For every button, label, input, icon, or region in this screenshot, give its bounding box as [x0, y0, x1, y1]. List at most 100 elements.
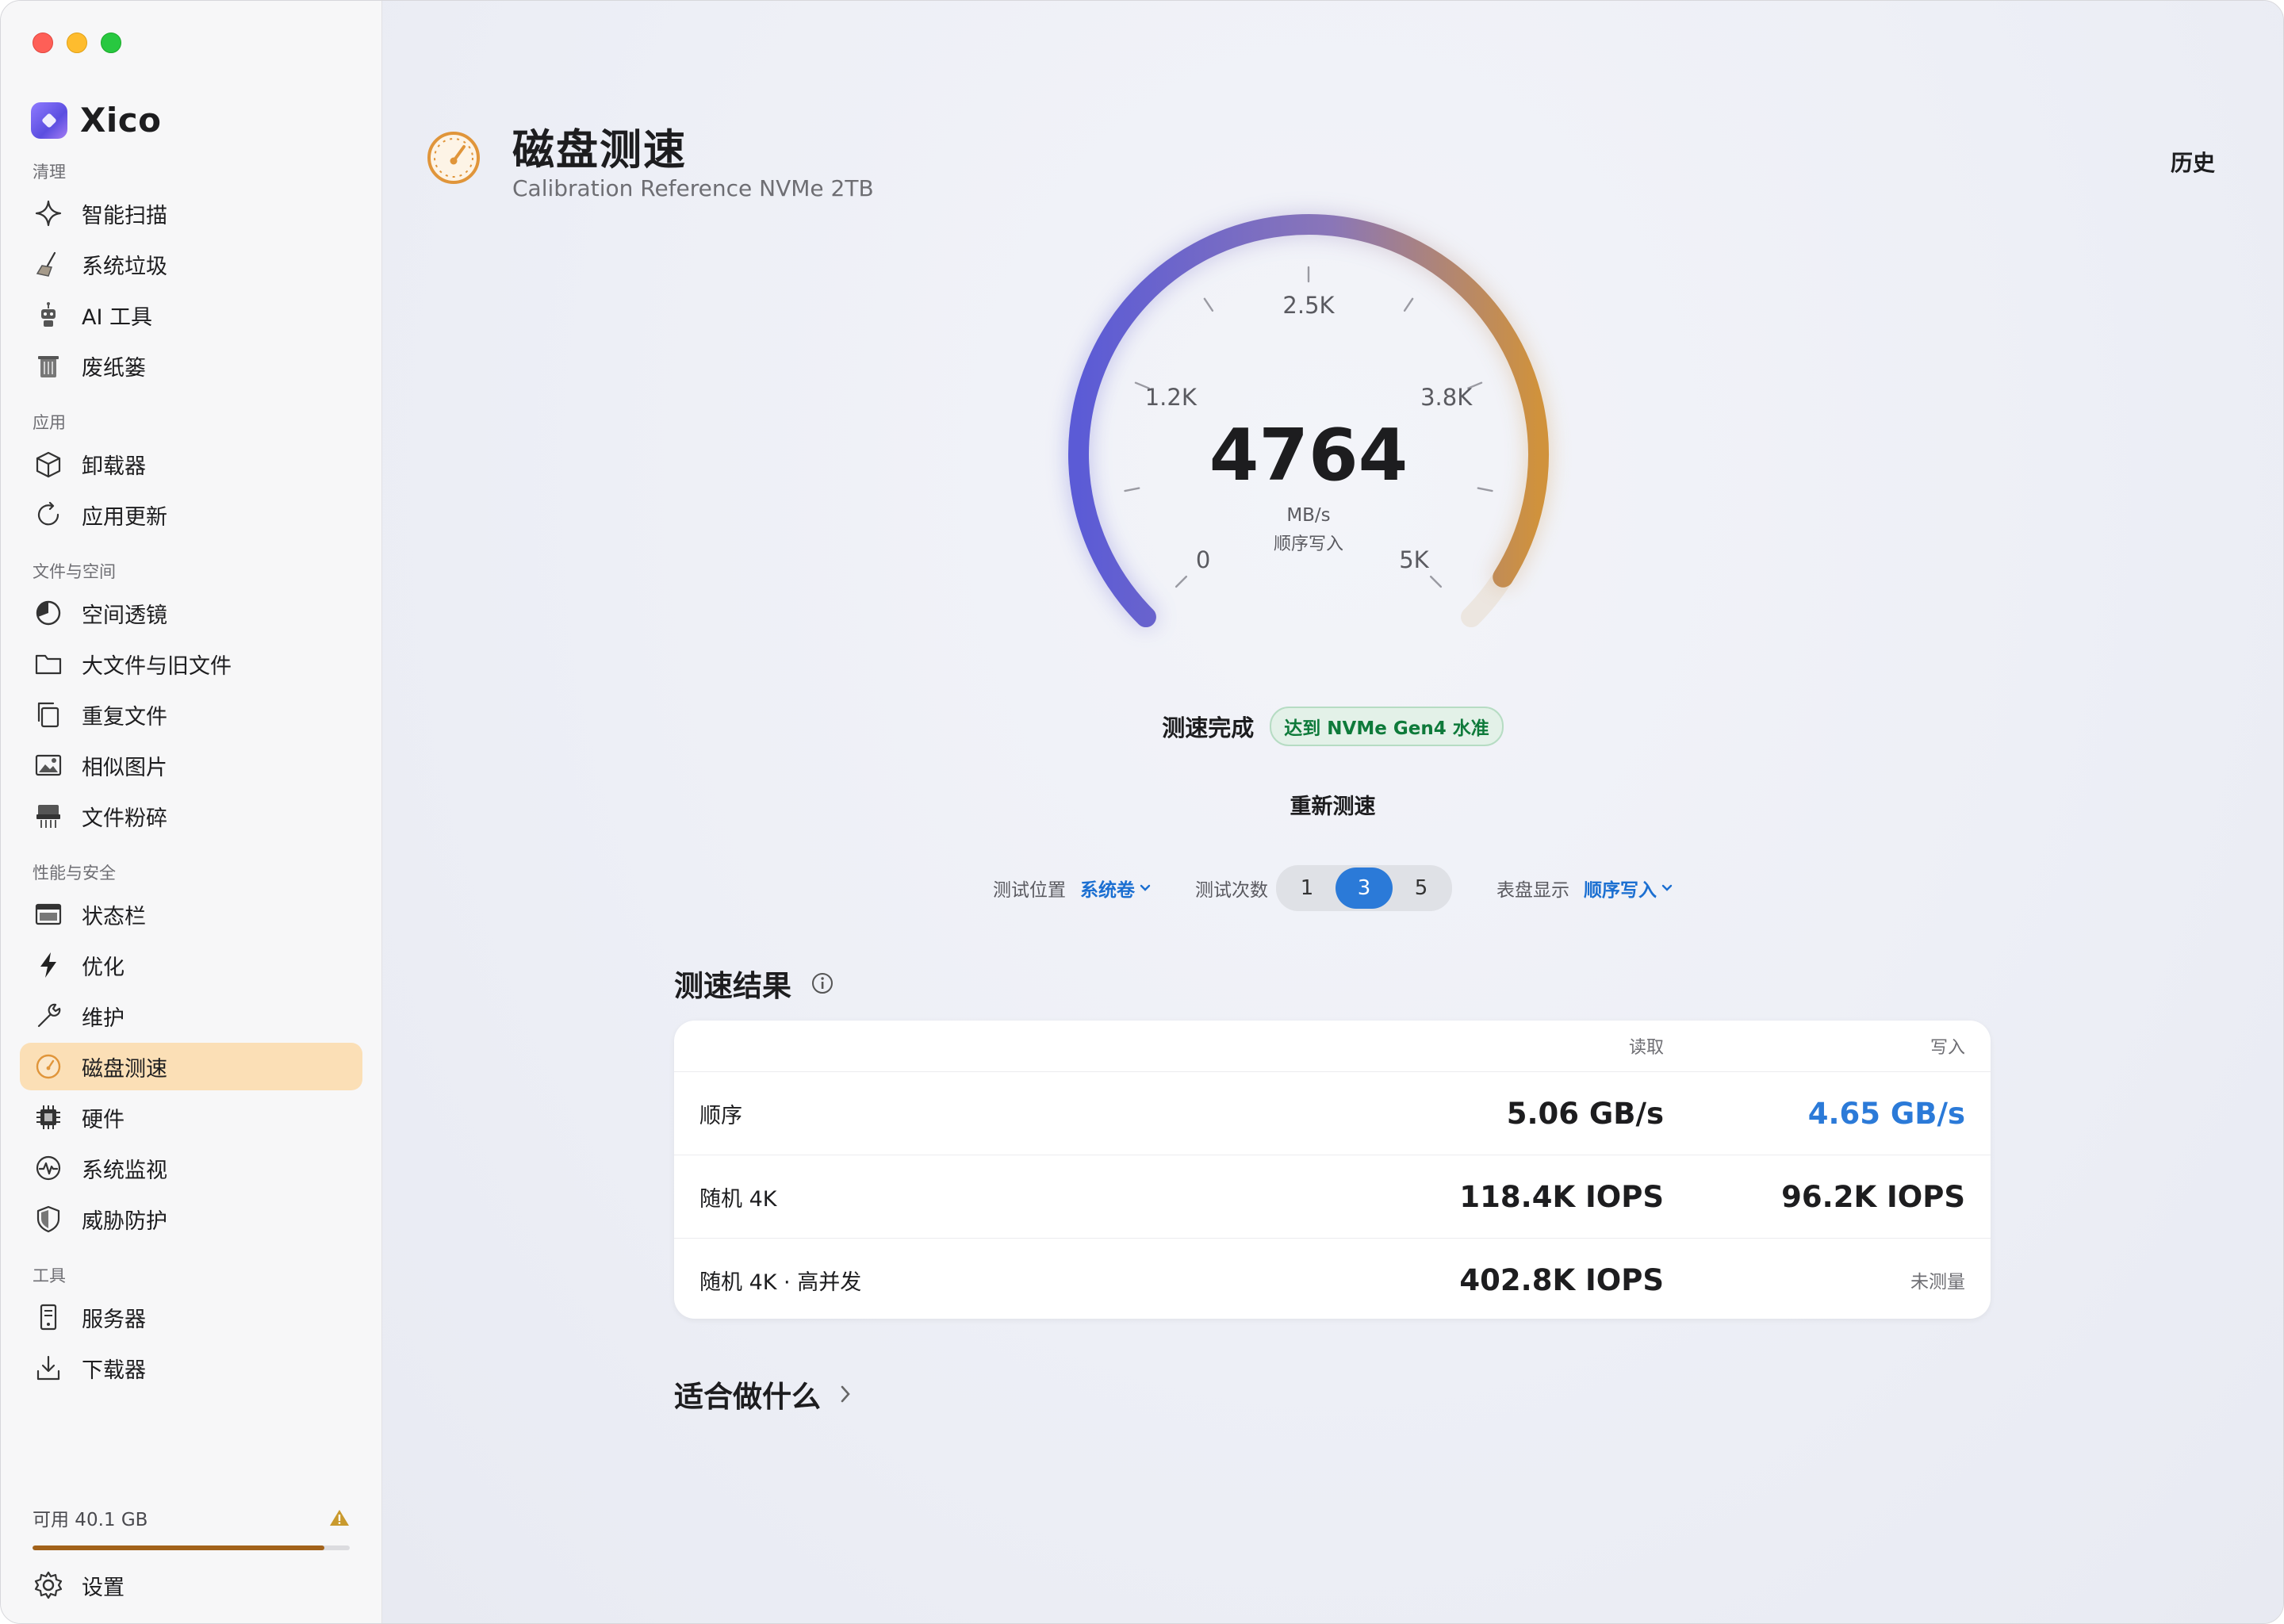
- storage-label: 可用 40.1 GB: [33, 1510, 148, 1530]
- image-icon: [33, 749, 64, 781]
- duplicate-icon: [33, 699, 64, 730]
- sidebar-item-robot[interactable]: AI 工具: [20, 291, 362, 339]
- gear-icon: [34, 1571, 63, 1599]
- sidebar-item-label: 威胁防护: [82, 1208, 167, 1234]
- runs-option-3[interactable]: 3: [1336, 868, 1393, 909]
- minimize-window-button[interactable]: [67, 33, 87, 53]
- sparkle-icon: [33, 197, 64, 229]
- gauge-tick-label: 2.5K: [1282, 292, 1335, 319]
- gauge-svg: 0 1.2K 2.5K 3.8K 5K 4764 MB/s 顺序写入: [1068, 214, 1549, 628]
- sidebar-item-sparkle[interactable]: 智能扫描: [20, 190, 362, 237]
- gauge-tick: [1203, 297, 1214, 312]
- gauge-mode: 顺序写入: [1274, 534, 1343, 554]
- table-row: 随机 4K · 高并发 402.8K IOPS 未测量: [674, 1239, 1991, 1319]
- column-read: 读取: [1628, 1038, 1664, 1058]
- sidebar-item-download[interactable]: 下载器: [20, 1344, 362, 1392]
- sidebar-item-label: 重复文件: [82, 704, 167, 730]
- fit-section-link[interactable]: 适合做什么: [674, 1373, 853, 1415]
- sidebar-item-label: 相似图片: [82, 755, 167, 780]
- gauge-tick-label: 3.8K: [1420, 384, 1473, 411]
- main-content: 磁盘测速 Calibration Reference NVMe 2TB 历史 0…: [382, 1, 2283, 1623]
- sidebar-item-label: 卸载器: [82, 454, 146, 479]
- sidebar-item-server[interactable]: 服务器: [20, 1293, 362, 1341]
- row-label: 顺序: [699, 1103, 742, 1128]
- sidebar-item-wrench[interactable]: 维护: [20, 992, 362, 1040]
- sidebar-item-label: 系统监视: [82, 1158, 167, 1183]
- dial-control: 表盘显示 顺序写入: [1496, 875, 1673, 902]
- app-name: Xico: [80, 101, 162, 140]
- warning-icon: [330, 1510, 349, 1526]
- sidebar-item-folder[interactable]: 大文件与旧文件: [20, 640, 362, 688]
- drive-name: Calibration Reference NVMe 2TB: [512, 175, 874, 201]
- storage-bar: [33, 1545, 350, 1550]
- download-icon: [33, 1352, 64, 1384]
- robot-icon: [33, 299, 64, 331]
- write-value: 未测量: [1910, 1272, 1965, 1293]
- location-dropdown[interactable]: 系统卷: [1080, 875, 1151, 902]
- sidebar-item-chip[interactable]: 硬件: [20, 1094, 362, 1141]
- gauge-tick: [1403, 297, 1414, 312]
- sidebar-section-title: 工具: [33, 1266, 66, 1285]
- chevron-down-icon: [1661, 884, 1673, 891]
- zoom-window-button[interactable]: [101, 33, 121, 53]
- speedometer-icon: [33, 1051, 64, 1082]
- sidebar-item-speedometer[interactable]: 磁盘测速: [20, 1043, 362, 1090]
- sidebar-item-menubar[interactable]: 状态栏: [20, 891, 362, 938]
- test-controls: 测试位置 系统卷 测试次数 135 表盘显示 顺序写入: [382, 865, 2283, 911]
- gauge-tick: [1429, 575, 1443, 588]
- sidebar-item-refresh[interactable]: 应用更新: [20, 491, 362, 538]
- runs-option-5[interactable]: 5: [1393, 868, 1450, 909]
- app-brand: Xico: [31, 101, 162, 140]
- broom-icon: [33, 248, 64, 280]
- pulse-icon: [33, 1152, 64, 1184]
- sidebar-section-title: 性能与安全: [33, 864, 116, 883]
- sidebar-item-box[interactable]: 卸载器: [20, 440, 362, 488]
- table-row: 顺序 5.06 GB/s 4.65 GB/s: [674, 1072, 1991, 1155]
- dial-dropdown[interactable]: 顺序写入: [1584, 875, 1673, 902]
- folder-icon: [33, 648, 64, 680]
- sidebar-item-shredder[interactable]: 文件粉碎: [20, 792, 362, 840]
- sidebar-item-label: 大文件与旧文件: [82, 653, 232, 679]
- write-value: 4.65 GB/s: [1807, 1096, 1965, 1131]
- sidebar-item-pie-chart[interactable]: 空间透镜: [20, 589, 362, 637]
- info-icon[interactable]: [811, 971, 834, 995]
- speedometer-icon: [427, 132, 480, 184]
- sidebar-item-duplicate[interactable]: 重复文件: [20, 691, 362, 738]
- runs-option-1[interactable]: 1: [1278, 868, 1336, 909]
- settings-label: 设置: [82, 1575, 125, 1600]
- menubar-icon: [33, 898, 64, 930]
- wrench-icon: [33, 1000, 64, 1032]
- chevron-down-icon: [1140, 884, 1151, 891]
- gauge-unit: MB/s: [1286, 505, 1330, 526]
- close-window-button[interactable]: [33, 33, 53, 53]
- sidebar-item-label: 系统垃圾: [82, 254, 167, 279]
- sidebar-item-broom[interactable]: 系统垃圾: [20, 240, 362, 288]
- read-value: 402.8K IOPS: [1459, 1262, 1664, 1297]
- results-table: 读取 写入 顺序 5.06 GB/s 4.65 GB/s 随机 4K 118.4K IO…: [674, 1021, 1991, 1319]
- sidebar-item-label: 废纸篓: [82, 355, 146, 381]
- sidebar-item-label: 文件粉碎: [82, 806, 167, 831]
- retest-button[interactable]: 重新测速: [382, 789, 2283, 820]
- sidebar-item-trash[interactable]: 废纸篓: [20, 342, 362, 389]
- speed-gauge: 0 1.2K 2.5K 3.8K 5K 4764 MB/s 顺序写入: [1063, 209, 1554, 653]
- sidebar-item-label: 状态栏: [82, 904, 146, 929]
- results-heading: 测速结果: [674, 962, 834, 1005]
- sidebar-item-bolt[interactable]: 优化: [20, 941, 362, 989]
- history-button[interactable]: 历史: [2166, 145, 2220, 178]
- dial-label: 表盘显示: [1496, 880, 1569, 901]
- chip-icon: [33, 1101, 64, 1133]
- server-icon: [33, 1301, 64, 1333]
- sidebar-nav: 清理 智能扫描 系统垃圾 AI 工具 废纸篓 应用 卸载器 应用更新 文件与空间 空间透镜 大文件与…: [20, 158, 362, 1392]
- sidebar-item-shield[interactable]: 威胁防护: [20, 1195, 362, 1243]
- gauge-tick: [1124, 487, 1140, 492]
- shredder-icon: [33, 800, 64, 832]
- row-label: 随机 4K · 高并发: [699, 1270, 862, 1295]
- box-icon: [33, 448, 64, 480]
- sidebar-item-image[interactable]: 相似图片: [20, 741, 362, 789]
- gauge-tick-label: 5K: [1399, 546, 1429, 573]
- results-title: 测速结果: [674, 969, 791, 1003]
- chevron-right-icon: [841, 1385, 850, 1403]
- sidebar-item-pulse[interactable]: 系统监视: [20, 1144, 362, 1192]
- settings-button[interactable]: 设置: [33, 1569, 125, 1601]
- trash-icon: [33, 350, 64, 381]
